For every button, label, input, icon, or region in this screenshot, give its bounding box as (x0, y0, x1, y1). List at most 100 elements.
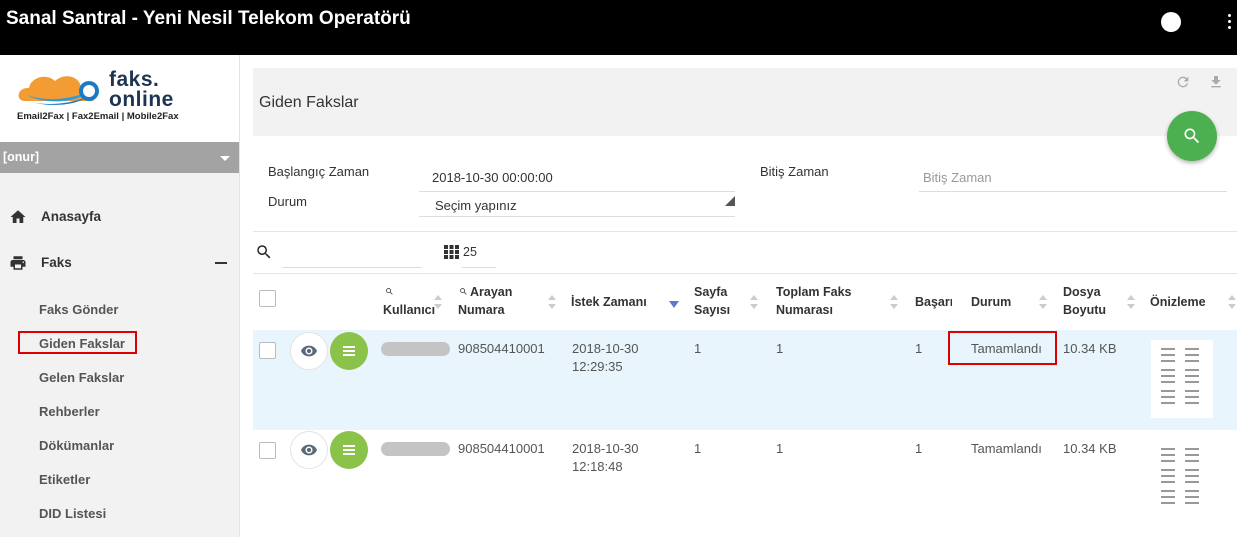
select-all-checkbox[interactable] (259, 290, 276, 307)
table-row[interactable]: 908504410001 2018-10-30 12:29:35 1 1 1 T… (253, 330, 1237, 430)
col-success-header[interactable]: Başarı (915, 293, 952, 311)
eye-icon (301, 444, 317, 456)
search-button[interactable] (1167, 111, 1217, 161)
menu-button[interactable] (330, 431, 368, 469)
sort-desc-icon[interactable] (669, 301, 679, 308)
download-icon[interactable] (1208, 74, 1224, 90)
refresh-icon[interactable] (1175, 74, 1191, 90)
search-icon (386, 288, 393, 295)
col-pages-header-line2[interactable]: Sayısı (694, 301, 730, 319)
col-total-header-line2[interactable]: Numarası (776, 301, 833, 319)
cell-date: 2018-10-30 (572, 341, 639, 356)
brand-name: faks. online (109, 68, 174, 110)
brand-line1: faks. (109, 68, 160, 91)
col-caller-header-line2[interactable]: Numara (458, 301, 505, 319)
grid-icon (444, 245, 459, 259)
search-icon (460, 288, 467, 295)
main-content: Giden Fakslar Başlangıç Zaman 2018-10-30… (253, 68, 1237, 537)
col-preview-header[interactable]: Önizleme (1150, 293, 1206, 311)
start-time-input[interactable]: 2018-10-30 00:00:00 (432, 170, 553, 185)
menu-icon (343, 346, 355, 348)
cell-pages: 1 (694, 341, 702, 356)
cell-caller: 908504410001 (458, 341, 545, 356)
cell-success: 1 (915, 341, 923, 356)
end-time-underline (919, 191, 1227, 192)
sidebar-subitem-send-fax[interactable]: Faks Gönder (39, 302, 118, 317)
filter-panel: Başlangıç Zaman 2018-10-30 00:00:00 Biti… (253, 136, 1237, 232)
table-header: Kullanıcı Arayan Numara İstek Zamanı Say… (253, 274, 1237, 330)
preview-thumbnail[interactable] (1151, 340, 1213, 418)
menu-icon (343, 445, 355, 447)
col-size-header-line1[interactable]: Dosya (1063, 283, 1101, 301)
highlight-box (18, 331, 137, 354)
brand-tagline: Email2Fax | Fax2Email | Mobile2Fax (17, 111, 179, 122)
page-size-select[interactable]: 25 (463, 245, 477, 259)
user-name: [onur] (3, 150, 40, 164)
cell-size: 10.34 KB (1063, 441, 1117, 456)
end-time-label: Bitiş Zaman (760, 164, 829, 179)
user-avatar-icon[interactable] (1161, 12, 1181, 32)
sidebar-subitem-tags[interactable]: Etiketler (39, 472, 90, 487)
brand-logo[interactable]: faks. online Email2Fax | Fax2Email | Mob… (0, 55, 239, 142)
sort-icon[interactable] (1039, 295, 1047, 311)
sidebar-item-label: Anasayfa (41, 209, 102, 224)
col-size-header-line2[interactable]: Boyutu (1063, 301, 1106, 319)
cell-caller: 908504410001 (458, 441, 545, 456)
sort-icon[interactable] (750, 295, 758, 311)
table-row[interactable]: 908504410001 2018-10-30 12:18:48 1 1 1 T… (253, 430, 1237, 530)
col-caller-header-line1[interactable]: Arayan (470, 283, 512, 301)
printer-icon (10, 256, 26, 270)
cell-time: 12:18:48 (572, 459, 623, 474)
collapse-icon[interactable] (215, 262, 227, 264)
sidebar-subitem-did-list[interactable]: DID Listesi (39, 506, 106, 521)
cell-time: 12:29:35 (572, 359, 623, 374)
row-checkbox[interactable] (259, 442, 276, 459)
cell-date: 2018-10-30 (572, 441, 639, 456)
cell-size: 10.34 KB (1063, 341, 1117, 356)
cell-status: Tamamlandı (971, 441, 1042, 456)
sort-icon[interactable] (434, 295, 442, 311)
status-select[interactable]: Seçim yapınız (435, 198, 517, 213)
dropdown-arrow-icon[interactable] (725, 196, 735, 206)
sidebar-item-label: Faks (41, 255, 72, 270)
sort-icon[interactable] (548, 295, 556, 311)
sort-icon[interactable] (1228, 295, 1236, 311)
status-underline (419, 216, 735, 217)
view-button[interactable] (290, 332, 328, 370)
page-header: Giden Fakslar (253, 68, 1237, 136)
start-time-label: Başlangıç Zaman (268, 164, 370, 179)
col-user-header[interactable]: Kullanıcı (383, 301, 435, 319)
more-menu-icon[interactable] (1226, 14, 1232, 32)
end-time-input[interactable]: Bitiş Zaman (923, 170, 992, 185)
status-highlight-box (948, 331, 1057, 365)
table-search-input[interactable] (282, 267, 422, 268)
page-title: Giden Fakslar (259, 94, 359, 111)
row-checkbox[interactable] (259, 342, 276, 359)
sidebar-item-fax[interactable]: Faks (0, 249, 239, 277)
status-label: Durum (268, 194, 308, 209)
menu-button[interactable] (330, 332, 368, 370)
cell-pages: 1 (694, 441, 702, 456)
app-title: Sanal Santral - Yeni Nesil Telekom Opera… (6, 8, 411, 29)
sidebar-item-home[interactable]: Anasayfa (0, 203, 239, 231)
cloud-logo-icon (18, 76, 99, 105)
col-total-header-line1[interactable]: Toplam Faks (776, 283, 851, 301)
app-header: Sanal Santral - Yeni Nesil Telekom Opera… (0, 0, 1237, 55)
sidebar-subitem-incoming-faxes[interactable]: Gelen Fakslar (39, 370, 124, 385)
cell-success: 1 (915, 441, 923, 456)
col-status-header[interactable]: Durum (971, 293, 1011, 311)
view-button[interactable] (290, 431, 328, 469)
preview-thumbnail[interactable] (1151, 442, 1213, 520)
sidebar-subitem-documents[interactable]: Dökümanlar (39, 438, 114, 453)
user-dropdown[interactable]: [onur] (0, 142, 239, 173)
home-icon (10, 210, 26, 223)
redacted-user (381, 342, 450, 356)
sort-icon[interactable] (890, 295, 898, 311)
col-pages-header-line1[interactable]: Sayfa (694, 283, 727, 301)
sort-icon[interactable] (1127, 295, 1135, 311)
col-request-time-header[interactable]: İstek Zamanı (571, 293, 647, 311)
redacted-user (381, 442, 450, 456)
sidebar-subitem-contacts[interactable]: Rehberler (39, 404, 100, 419)
search-icon (1184, 128, 1200, 144)
start-time-underline (419, 191, 735, 192)
